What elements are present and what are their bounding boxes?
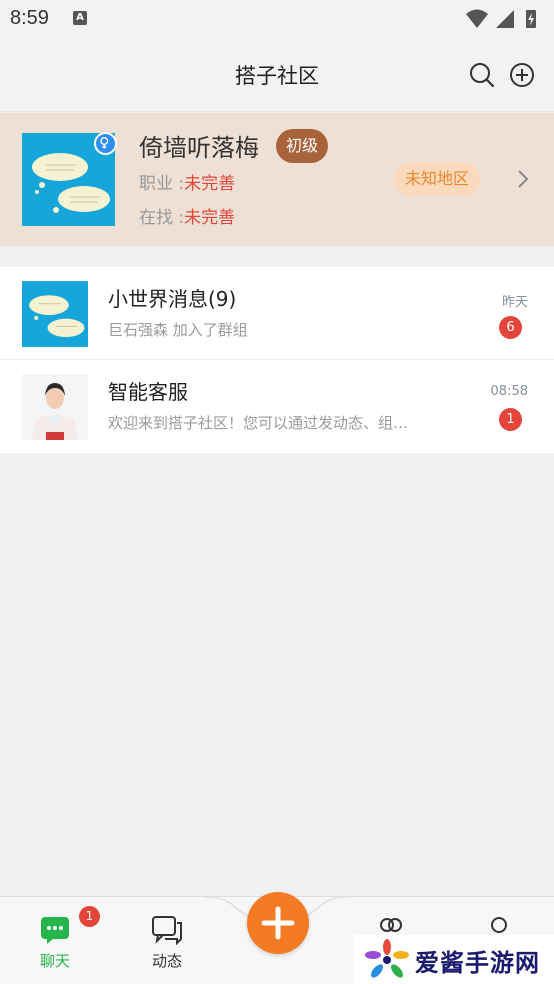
chat-preview: 欢迎来到搭子社区！您可以通过发动态、组… [108, 414, 409, 432]
tab-label: 聊天 [39, 952, 70, 970]
unread-badge: 1 [499, 408, 522, 431]
chevron-right-icon[interactable] [516, 168, 530, 190]
chat-name: 智能客服 [108, 380, 188, 404]
cloud-avatar [22, 281, 88, 347]
list-item[interactable]: 小世界消息(9) 巨石强森 加入了群组 昨天 6 [0, 267, 554, 360]
plus-icon [261, 906, 295, 940]
app-header: 搭子社区 [0, 40, 554, 112]
tab-label: 动态 [151, 952, 182, 970]
seeking-label: 在找 : [139, 208, 185, 228]
level-badge: 初级 [276, 129, 329, 163]
female-icon [94, 132, 117, 155]
feed-icon [152, 916, 182, 945]
tab-badge: 1 [79, 906, 100, 927]
tab-chat[interactable]: 聊天 1 [0, 897, 110, 984]
create-button[interactable] [247, 892, 309, 954]
wifi-icon [466, 9, 488, 28]
watermark: 爱酱手游网 [353, 935, 554, 984]
signal-icon [496, 10, 514, 28]
search-icon[interactable] [469, 62, 495, 88]
chat-preview: 巨石强森 加入了群组 [108, 321, 248, 339]
profile-job: 职业 :未完善 [139, 169, 235, 194]
watermark-logo-icon [365, 939, 409, 978]
chat-list: 小世界消息(9) 巨石强森 加入了群组 昨天 6 智能客服 欢迎来到搭子社区！您… [0, 267, 554, 453]
region-badge: 未知地区 [394, 162, 481, 196]
status-bar: 8:59 A [0, 0, 554, 40]
status-icons [466, 9, 536, 28]
chat-time: 昨天 [501, 295, 528, 310]
list-item[interactable]: 智能客服 欢迎来到搭子社区！您可以通过发动态、组… 08:58 1 [0, 360, 554, 453]
service-agent-avatar [22, 374, 88, 440]
chat-name: 小世界消息(9) [108, 287, 237, 311]
job-label: 职业 : [139, 174, 185, 194]
unread-badge: 6 [499, 316, 522, 339]
plus-circle-icon[interactable] [509, 62, 535, 88]
status-time: 8:59 [10, 7, 49, 29]
watermark-text: 爱酱手游网 [415, 949, 540, 977]
profile-seeking: 在找 :未完善 [139, 203, 235, 228]
chat-time: 08:58 [490, 384, 528, 399]
chat-icon [41, 917, 69, 944]
seeking-value: 未完善 [184, 208, 236, 228]
profile-name: 倚墙听落梅 [139, 134, 259, 162]
a-icon: A [73, 11, 87, 25]
job-value: 未完善 [184, 174, 236, 194]
